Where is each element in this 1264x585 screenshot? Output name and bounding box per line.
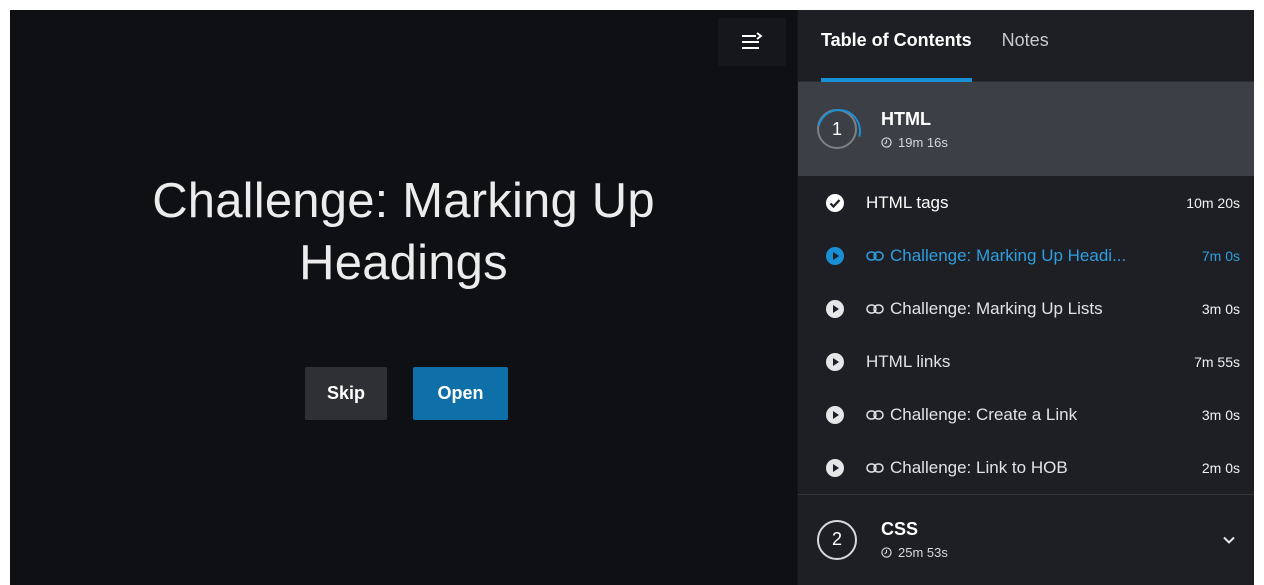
play-circle-icon xyxy=(826,458,844,477)
module-duration: 19m 16s xyxy=(898,134,948,150)
video-player: Challenge: Marking Up Headings Skip Open xyxy=(10,10,797,585)
list-item-link-to-hob[interactable]: Challenge: Link to HOB 2m 0s xyxy=(798,441,1254,494)
play-circle-icon xyxy=(826,246,844,265)
clock-icon xyxy=(881,136,892,148)
item-duration: 2m 0s xyxy=(1201,459,1240,476)
link-icon xyxy=(866,303,884,314)
item-duration: 3m 0s xyxy=(1201,300,1240,317)
tab-table-of-contents[interactable]: Table of Contents xyxy=(821,10,972,82)
link-icon xyxy=(866,250,884,261)
item-duration: 3m 0s xyxy=(1201,406,1240,423)
item-label: Challenge: Marking Up Headi... xyxy=(890,245,1127,265)
sidebar-toggle-button[interactable] xyxy=(718,18,786,66)
module-number-badge: 2 xyxy=(817,519,857,560)
item-label: Challenge: Link to HOB xyxy=(890,457,1068,477)
link-icon xyxy=(866,409,884,420)
item-label: HTML links xyxy=(866,351,951,371)
module-title: CSS xyxy=(881,519,919,539)
module-number-badge: 1 xyxy=(817,109,857,149)
item-duration: 7m 0s xyxy=(1201,247,1240,264)
play-circle-icon xyxy=(826,299,844,318)
challenge-actions: Skip Open xyxy=(10,367,797,420)
link-icon xyxy=(866,462,884,473)
course-sidebar: Table of Contents Notes 1 HTML 19m 16s H… xyxy=(797,10,1254,585)
skip-button[interactable]: Skip xyxy=(305,367,387,420)
challenge-title: Challenge: Marking Up Headings xyxy=(152,174,655,290)
module-html-items: HTML tags 10m 20s Challenge: Marking Up … xyxy=(798,176,1254,494)
list-item-html-tags[interactable]: HTML tags 10m 20s xyxy=(798,176,1254,229)
item-label: Challenge: Marking Up Lists xyxy=(890,298,1103,318)
item-label: Challenge: Create a Link xyxy=(890,404,1078,424)
list-item-current-challenge[interactable]: Challenge: Marking Up Headi... 7m 0s xyxy=(798,229,1254,282)
sidebar-toggle-icon xyxy=(742,32,763,49)
chevron-down-icon[interactable] xyxy=(1222,535,1236,544)
course-player-app: Challenge: Marking Up Headings Skip Open… xyxy=(10,10,1254,585)
play-circle-icon xyxy=(826,352,844,371)
list-item-marking-up-lists[interactable]: Challenge: Marking Up Lists 3m 0s xyxy=(798,282,1254,335)
clock-icon xyxy=(881,547,892,558)
module-duration: 25m 53s xyxy=(898,545,948,560)
item-label: HTML tags xyxy=(866,192,949,212)
module-title: HTML xyxy=(881,108,931,129)
tab-notes[interactable]: Notes xyxy=(1002,10,1049,82)
item-duration: 7m 55s xyxy=(1194,353,1240,370)
check-circle-icon xyxy=(826,193,844,212)
open-button[interactable]: Open xyxy=(413,367,508,420)
item-duration: 10m 20s xyxy=(1186,194,1240,211)
list-item-create-a-link[interactable]: Challenge: Create a Link 3m 0s xyxy=(798,388,1254,441)
play-circle-icon xyxy=(826,405,844,424)
module-html-header[interactable]: 1 HTML 19m 16s xyxy=(798,82,1254,176)
module-css-header[interactable]: 2 CSS 25m 53s xyxy=(798,494,1254,584)
sidebar-tabs: Table of Contents Notes xyxy=(798,10,1254,82)
list-item-html-links[interactable]: HTML links 7m 55s xyxy=(798,335,1254,388)
